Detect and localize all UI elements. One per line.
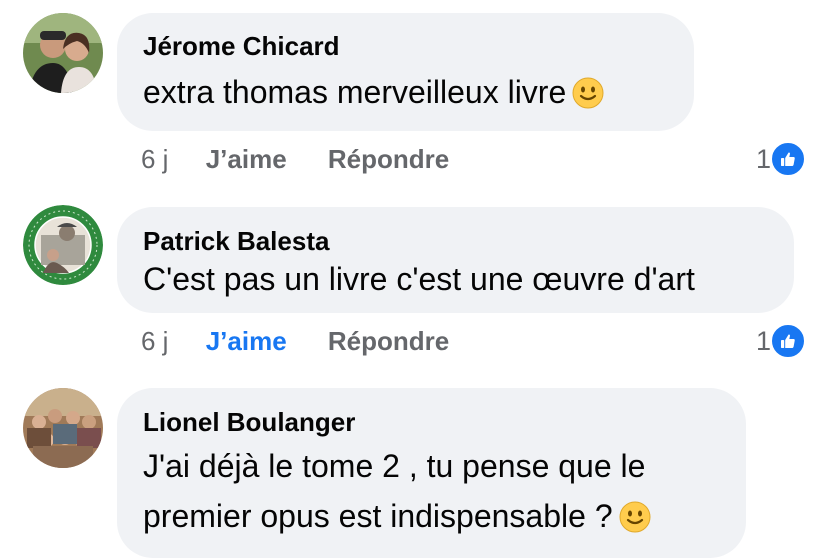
comment-bubble: Patrick Balesta C'est pas un livre c'est… — [117, 207, 794, 313]
reaction-count: 1 — [755, 326, 771, 356]
comment-timestamp[interactable]: 6 j — [141, 141, 168, 177]
comment-text-line: premier opus est indispensable ? — [143, 494, 720, 544]
comment-actions: 6 j J’aime Répondre — [141, 323, 449, 359]
comment-text-line: J'ai déjà le tome 2 , tu pense que le — [143, 448, 646, 484]
comment-author[interactable]: Jérome Chicard — [143, 30, 668, 62]
comment-bubble: Jérome Chicard extra thomas merveilleux … — [117, 13, 694, 131]
reply-button[interactable]: Répondre — [328, 141, 449, 177]
comment-author[interactable]: Lionel Boulanger — [143, 406, 720, 438]
slightly-smiling-face-icon — [572, 76, 604, 120]
reaction-count: 1 — [755, 144, 771, 174]
comment-actions: 6 j J’aime Répondre — [141, 141, 449, 177]
avatar[interactable] — [23, 388, 103, 468]
reaction-summary[interactable]: 1 — [756, 141, 806, 177]
thumbs-up-icon — [770, 323, 806, 359]
slightly-smiling-face-icon — [619, 500, 651, 544]
comment-timestamp[interactable]: 6 j — [141, 323, 168, 359]
like-button[interactable]: J’aime — [206, 141, 287, 177]
comment-text: extra thomas merveilleux livre — [143, 70, 668, 120]
reply-button[interactable]: Répondre — [328, 323, 449, 359]
avatar[interactable] — [23, 205, 103, 285]
comment-author[interactable]: Patrick Balesta — [143, 225, 768, 257]
thumbs-up-icon — [770, 141, 806, 177]
like-button[interactable]: J’aime — [206, 323, 287, 359]
comment-text: C'est pas un livre c'est une œuvre d'art — [143, 261, 695, 297]
reaction-summary[interactable]: 1 — [756, 323, 806, 359]
comment-bubble: Lionel Boulanger J'ai déjà le tome 2 , t… — [117, 388, 746, 558]
avatar[interactable] — [23, 13, 103, 93]
